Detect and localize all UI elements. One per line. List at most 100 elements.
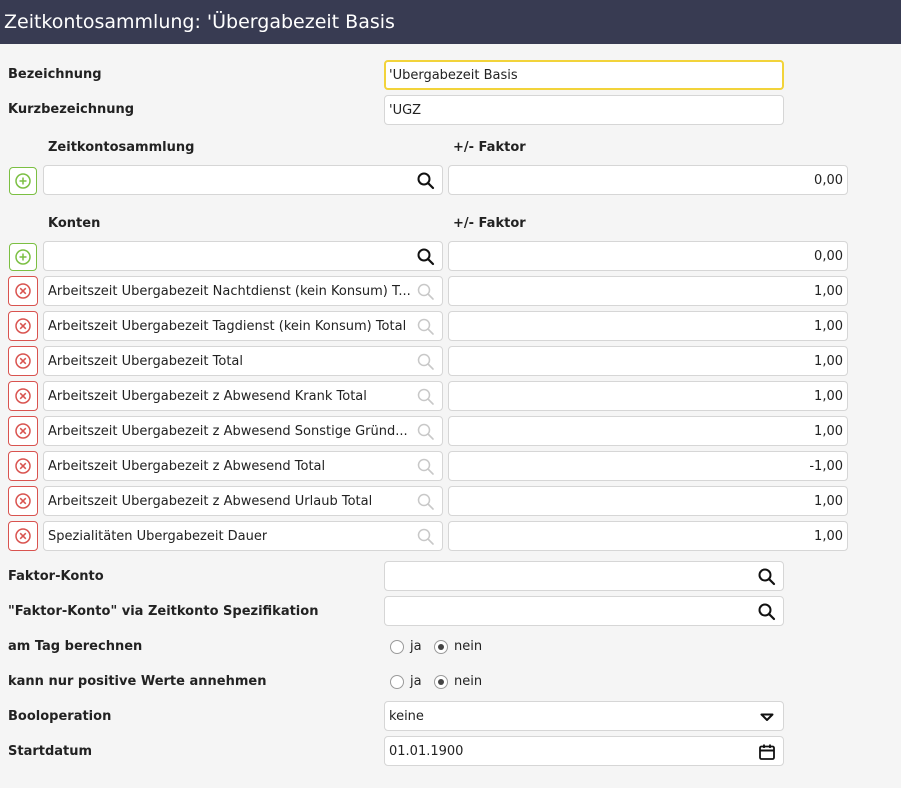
zeitkontosammlung-factor-value: 0,00 (814, 173, 843, 188)
konto-factor-input[interactable]: 1,00 (448, 381, 848, 411)
remove-konto-button[interactable] (8, 486, 38, 516)
remove-konto-button[interactable] (8, 451, 38, 481)
add-konto-button[interactable] (9, 243, 37, 271)
search-icon[interactable] (416, 247, 436, 267)
search-icon[interactable] (757, 602, 777, 622)
bezeichnung-label: Bezeichnung (8, 67, 102, 82)
konto-name-field[interactable]: Arbeitszeit Übergabezeit z Abwesend Kran… (43, 381, 443, 411)
konten-factor-header: +/- Faktor (453, 216, 526, 231)
konto-name-field[interactable]: Arbeitszeit Übergabezeit Tagdienst (kein… (43, 311, 443, 341)
am-tag-nein-radio[interactable] (434, 640, 448, 654)
konto-name: Arbeitszeit Übergabezeit z Abwesend Urla… (48, 494, 373, 509)
page-header: Zeitkontosammlung: 'Übergabezeit Basis (0, 0, 901, 44)
kurzbezeichnung-input[interactable]: 'ÜGZ (384, 95, 784, 125)
konto-name: Arbeitszeit Übergabezeit Nachtdienst (ke… (48, 284, 411, 299)
konto-factor-input[interactable]: 1,00 (448, 346, 848, 376)
konten-column-header: Konten (48, 216, 101, 231)
konto-factor-input[interactable]: 1,00 (448, 416, 848, 446)
konto-name: Spezialitäten Übergabezeit Dauer (48, 529, 268, 544)
add-zeitkontosammlung-button[interactable] (9, 167, 37, 195)
konto-factor-value: 1,00 (814, 284, 843, 299)
remove-konto-button[interactable] (8, 416, 38, 446)
konto-name-field[interactable]: Arbeitszeit Übergabezeit Total (43, 346, 443, 376)
konto-name-field[interactable]: Spezialitäten Übergabezeit Dauer (43, 521, 443, 551)
startdatum-label: Startdatum (8, 744, 93, 759)
faktor-konto-label: Faktor-Konto (8, 569, 104, 584)
remove-konto-button[interactable] (8, 381, 38, 411)
startdatum-value: 01.01.1900 (389, 744, 464, 759)
remove-konto-button[interactable] (8, 521, 38, 551)
zeitkontosammlung-search-input[interactable] (43, 165, 443, 195)
x-circle-icon (15, 493, 31, 509)
positive-werte-label: kann nur positive Werte annehmen (8, 674, 267, 689)
konto-factor-value: 1,00 (814, 319, 843, 334)
zeitkontosammlung-factor-header: +/- Faktor (453, 140, 526, 155)
kurzbezeichnung-value: 'ÜGZ (389, 103, 422, 118)
caret-down-icon (760, 713, 774, 721)
konto-name: Arbeitszeit Übergabezeit z Abwesend Kran… (48, 389, 367, 404)
konto-new-factor-input[interactable]: 0,00 (448, 241, 848, 271)
kurzbezeichnung-label: Kurzbezeichnung (8, 102, 135, 117)
konto-factor-value: -1,00 (809, 459, 843, 474)
am-tag-radio-group: ja nein (390, 639, 510, 657)
plus-circle-icon (15, 173, 31, 189)
positive-ja-label[interactable]: ja (410, 674, 422, 689)
am-tag-ja-radio[interactable] (390, 640, 404, 654)
am-tag-label: am Tag berechnen (8, 639, 143, 654)
am-tag-ja-label[interactable]: ja (410, 639, 422, 654)
positive-nein-radio[interactable] (434, 675, 448, 689)
x-circle-icon (15, 353, 31, 369)
search-icon (417, 353, 434, 370)
positive-nein-label[interactable]: nein (454, 674, 482, 689)
konto-name: Arbeitszeit Übergabezeit Tagdienst (kein… (48, 319, 407, 334)
am-tag-nein-label[interactable]: nein (454, 639, 482, 654)
konto-factor-input[interactable]: 1,00 (448, 311, 848, 341)
konto-factor-input[interactable]: 1,00 (448, 486, 848, 516)
x-circle-icon (15, 318, 31, 334)
search-icon (417, 388, 434, 405)
konto-factor-input[interactable]: 1,00 (448, 276, 848, 306)
bezeichnung-input[interactable]: 'Übergabezeit Basis (384, 60, 784, 90)
konto-factor-value: 1,00 (814, 354, 843, 369)
booloperation-select[interactable]: keine (384, 701, 784, 731)
positive-werte-radio-group: ja nein (390, 674, 510, 692)
search-icon[interactable] (416, 171, 436, 191)
faktor-konto-spec-label: "Faktor-Konto" via Zeitkonto Spezifikati… (8, 604, 319, 619)
zeitkontosammlung-column-header: Zeitkontosammlung (48, 140, 195, 155)
faktor-konto-spec-input[interactable] (384, 596, 784, 626)
konto-new-factor-value: 0,00 (814, 249, 843, 264)
x-circle-icon (15, 423, 31, 439)
konto-search-input[interactable] (43, 241, 443, 271)
positive-ja-radio[interactable] (390, 675, 404, 689)
remove-konto-button[interactable] (8, 276, 38, 306)
search-icon (417, 423, 434, 440)
search-icon (417, 283, 434, 300)
calendar-icon[interactable] (757, 742, 777, 762)
search-icon[interactable] (757, 567, 777, 587)
bezeichnung-value: 'Übergabezeit Basis (389, 68, 518, 83)
startdatum-input[interactable]: 01.01.1900 (384, 736, 784, 766)
plus-circle-icon (15, 249, 31, 265)
konto-name-field[interactable]: Arbeitszeit Übergabezeit Nachtdienst (ke… (43, 276, 443, 306)
faktor-konto-input[interactable] (384, 561, 784, 591)
konto-factor-input[interactable]: 1,00 (448, 521, 848, 551)
konto-factor-value: 1,00 (814, 494, 843, 509)
konto-name: Arbeitszeit Übergabezeit z Abwesend Sons… (48, 424, 408, 439)
konto-factor-value: 1,00 (814, 389, 843, 404)
x-circle-icon (15, 388, 31, 404)
konto-factor-value: 1,00 (814, 529, 843, 544)
zeitkontosammlung-factor-input[interactable]: 0,00 (448, 165, 848, 195)
konto-name-field[interactable]: Arbeitszeit Übergabezeit z Abwesend Urla… (43, 486, 443, 516)
x-circle-icon (15, 458, 31, 474)
remove-konto-button[interactable] (8, 311, 38, 341)
konto-name-field[interactable]: Arbeitszeit Übergabezeit z Abwesend Sons… (43, 416, 443, 446)
x-circle-icon (15, 528, 31, 544)
konto-name: Arbeitszeit Übergabezeit Total (48, 354, 244, 369)
remove-konto-button[interactable] (8, 346, 38, 376)
konto-name-field[interactable]: Arbeitszeit Übergabezeit z Abwesend Tota… (43, 451, 443, 481)
booloperation-value: keine (389, 709, 424, 724)
konto-factor-input[interactable]: -1,00 (448, 451, 848, 481)
booloperation-label: Booloperation (8, 709, 112, 724)
konto-name: Arbeitszeit Übergabezeit z Abwesend Tota… (48, 459, 326, 474)
search-icon (417, 458, 434, 475)
